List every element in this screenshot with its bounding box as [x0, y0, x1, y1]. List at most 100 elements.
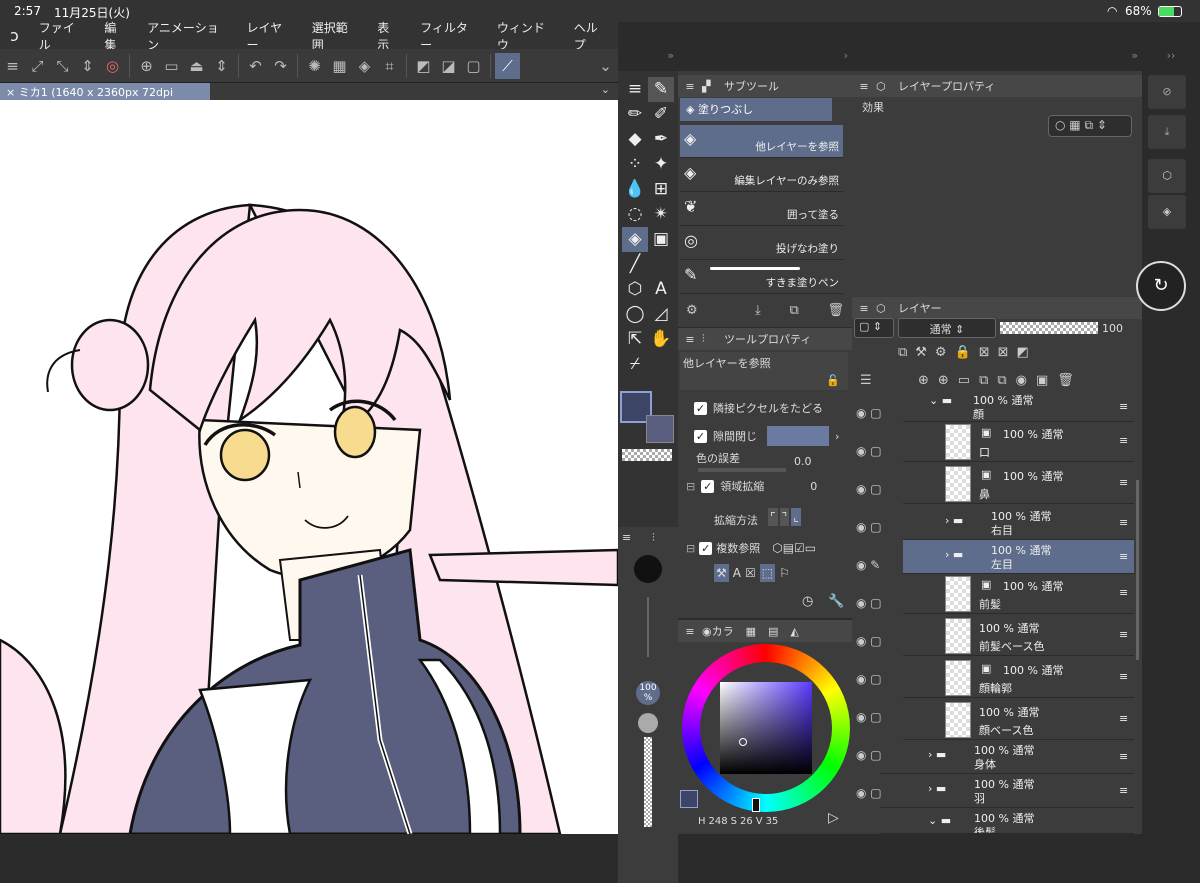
collapse-icon[interactable]: ›	[678, 49, 852, 71]
sub-color-swatch[interactable]	[646, 415, 674, 443]
layer-row-bangs-base[interactable]: 100 % 通常 前髪ベース色 ≡	[903, 616, 1134, 656]
eye-icon[interactable]: ◉ ✎	[856, 546, 900, 584]
menu-icon[interactable]: ≡	[678, 80, 702, 93]
gap-level-bar[interactable]	[767, 426, 829, 446]
ref-extra-icon[interactable]: ⚐	[779, 566, 790, 580]
collapse-icon[interactable]: »	[852, 49, 1142, 71]
transform-icon[interactable]: ⤡	[50, 53, 75, 79]
layer-row-mouth[interactable]: ▣ 100 % 通常口 ≡	[903, 422, 1134, 462]
material-icon[interactable]: ⤓	[1148, 115, 1186, 149]
collapse-toggle[interactable]: ⊟	[686, 480, 695, 493]
chevron-down-icon[interactable]: ⌄ ▬	[928, 814, 951, 827]
decoration-icon[interactable]: ✦	[648, 152, 674, 177]
menu-help[interactable]: ヘルプ	[564, 19, 618, 53]
blend-icon[interactable]: 💧	[622, 177, 648, 202]
trash-icon[interactable]: 🗑	[827, 303, 844, 318]
expand-value[interactable]: 0	[810, 480, 817, 493]
follow-checkbox[interactable]: ✓	[694, 401, 707, 415]
canvas[interactable]	[0, 100, 618, 834]
select-clear-icon[interactable]: ◪	[436, 53, 461, 79]
drag-handle-icon[interactable]: ≡	[1119, 628, 1128, 641]
drag-handle-icon[interactable]: ≡	[1119, 784, 1128, 797]
chevron-down-icon[interactable]: ⌄	[601, 83, 610, 96]
chevron-down-icon[interactable]: ⌄ ▬	[929, 394, 952, 407]
ref-text-icon[interactable]: A	[733, 566, 741, 580]
eye-icon[interactable]: ◉ ▢	[856, 660, 900, 698]
eraser-icon[interactable]: ◆	[622, 127, 648, 152]
redo-icon[interactable]: ↷	[268, 53, 293, 79]
document-tab[interactable]: × ミカ1 (1640 x 2360px 72dpi 269.3%)	[0, 83, 210, 113]
option-follow[interactable]: ✓ 隣接ピクセルをたどる	[694, 400, 823, 416]
option-gap[interactable]: ✓ 隙間閉じ ›	[694, 426, 839, 446]
select-all-icon[interactable]: ▢	[461, 53, 486, 79]
hue-wheel[interactable]	[682, 644, 850, 812]
menu-icon[interactable]: ≡	[852, 302, 876, 315]
drag-handle-icon[interactable]: ≡	[1119, 516, 1128, 529]
menu-icon[interactable]: ≡	[622, 531, 631, 544]
intermediate-tab-icon[interactable]: ▤	[768, 625, 778, 638]
chevron-right-icon[interactable]: › ▬	[928, 782, 946, 795]
sv-cursor[interactable]	[739, 738, 747, 746]
size-slider[interactable]	[647, 597, 649, 657]
subtool-item-gap-pen[interactable]: ✎ すきま塗りペン	[680, 261, 843, 294]
drag-handle-icon[interactable]: ≡	[1119, 586, 1128, 599]
crop-icon[interactable]: ⌗	[377, 53, 402, 79]
tolerance-slider[interactable]	[698, 468, 786, 472]
magic-wand-icon[interactable]: ✴	[648, 202, 674, 227]
3d-icon[interactable]: ⬡	[622, 277, 648, 302]
opacity-value[interactable]: 100	[1102, 322, 1123, 335]
eye-icon[interactable]: ◉ ▢	[856, 736, 900, 774]
chevron-right-icon[interactable]: › ▬	[945, 548, 963, 561]
menu-icon[interactable]: ≡	[678, 333, 702, 346]
chevron-down-icon[interactable]: ⌄	[593, 53, 618, 79]
menu-view[interactable]: 表示	[367, 19, 410, 53]
approx-tab-icon[interactable]: ◭	[790, 625, 798, 638]
duplicate-icon[interactable]: ⧉	[789, 303, 798, 318]
menu-layer[interactable]: レイヤー	[236, 19, 301, 53]
layer-row-nose[interactable]: ▣ 100 % 通常鼻 ≡	[903, 464, 1134, 504]
collapse-icon[interactable]: »	[618, 49, 678, 71]
download-icon[interactable]: ⤓	[755, 303, 761, 318]
grid-icon[interactable]: ▦	[327, 53, 352, 79]
airbrush-icon[interactable]: ⁘	[622, 152, 648, 177]
expand-checkbox[interactable]: ✓	[701, 479, 715, 493]
settings-icon[interactable]: ⚙	[686, 303, 698, 318]
layer-list-icon[interactable]: ☰	[860, 373, 872, 388]
fill-icon[interactable]: ◈	[352, 53, 377, 79]
wrench-icon[interactable]: 🔧	[828, 594, 844, 609]
fill-tool-icon[interactable]: ◈	[622, 227, 648, 252]
mesh-icon[interactable]: ⊞	[648, 177, 674, 202]
subtool-item-edit-only[interactable]: ◈ 編集レイヤーのみ参照	[680, 159, 843, 192]
lock-icon[interactable]: 🔓	[826, 374, 840, 387]
updown-icon[interactable]: ⇕	[75, 53, 100, 79]
eye-icon[interactable]: ◉ ▢	[856, 508, 900, 546]
subtool-item-lasso[interactable]: ◎ 投げなわ塗り	[680, 227, 843, 260]
color-tab[interactable]: カラ	[712, 623, 734, 639]
drag-handle-icon[interactable]: ≡	[1119, 550, 1128, 563]
collapse-icon[interactable]: ››	[1142, 49, 1200, 71]
close-icon[interactable]: ×	[6, 86, 19, 99]
gradient-icon[interactable]: ▣	[648, 227, 674, 252]
eye-icon[interactable]: ◉ ▢	[856, 470, 900, 508]
color-set-tab-icon[interactable]: ▦	[746, 625, 756, 638]
layer-property-icon[interactable]: ⬡	[1148, 159, 1186, 193]
layers-icon[interactable]: ◈	[1148, 195, 1186, 229]
tolerance-value[interactable]: 0.0	[794, 455, 812, 468]
undo-icon[interactable]: ↶	[243, 53, 268, 79]
method-corner-icon[interactable]: ⌞	[791, 508, 801, 526]
select-invert-icon[interactable]: ◩	[411, 53, 436, 79]
play-icon[interactable]: ▷	[828, 810, 839, 826]
layer-scrollbar[interactable]	[1136, 480, 1139, 660]
chevron-right-icon[interactable]: ›	[835, 430, 839, 443]
pen-icon[interactable]: ✎	[648, 77, 674, 102]
subtool-item-ref-other[interactable]: ◈ 他レイヤーを参照	[680, 125, 843, 158]
menu-icon[interactable]: ≡	[678, 625, 702, 638]
drag-handle-icon[interactable]: ≡	[1119, 434, 1128, 447]
new-file-icon[interactable]: ⊕	[134, 53, 159, 79]
menu-icon[interactable]: ≡	[852, 80, 876, 93]
opacity-slider[interactable]	[644, 737, 652, 827]
ruler-icon[interactable]: ⟋	[495, 52, 520, 79]
ref-select-icon[interactable]: ⬚	[759, 564, 776, 582]
balloon-icon[interactable]: ◯	[622, 302, 648, 327]
drag-handle-icon[interactable]: ≡	[1119, 400, 1128, 413]
